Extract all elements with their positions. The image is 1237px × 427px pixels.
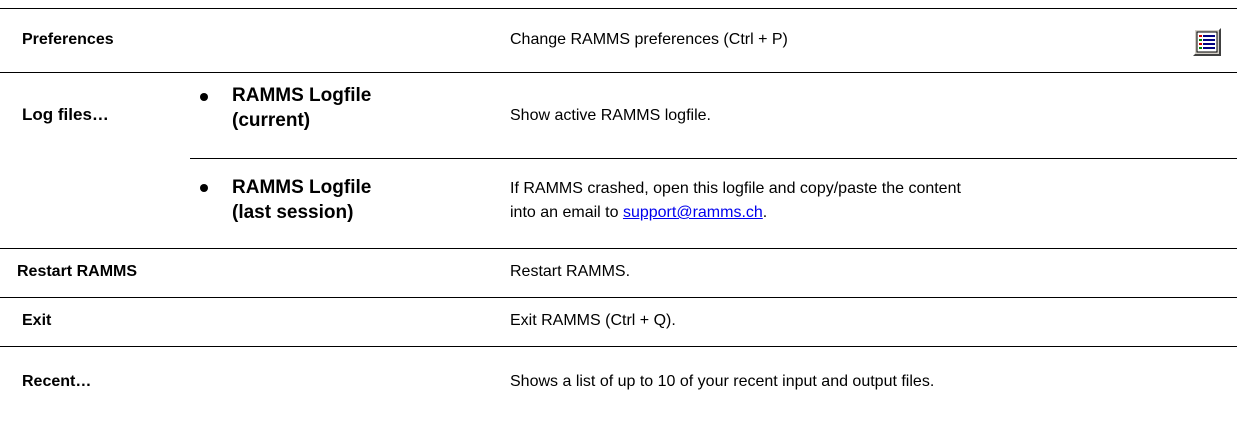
restart-description: Restart RAMMS.	[510, 263, 631, 280]
logfile-current-label: RAMMS Logfile (current)	[232, 85, 372, 131]
recent-description: Shows a list of up to 10 of your recent …	[510, 373, 935, 390]
logfile-last-session-description: If RAMMS crashed, open this logfile and …	[510, 180, 961, 221]
divider-exit	[0, 346, 1237, 347]
divider-preferences	[0, 72, 1237, 73]
logfiles-label: Log files…	[22, 105, 109, 124]
preferences-label: Preferences	[22, 31, 114, 48]
recent-label: Recent…	[22, 373, 92, 390]
support-email-link[interactable]: support@ramms.ch	[623, 204, 763, 221]
logfile-current-description: Show active RAMMS logfile.	[510, 107, 711, 124]
divider-logfile-subitems	[190, 158, 1237, 159]
preferences-description: Change RAMMS preferences (Ctrl + P)	[510, 31, 788, 48]
divider-logfiles	[0, 248, 1237, 249]
exit-label: Exit	[22, 312, 52, 329]
exit-description: Exit RAMMS (Ctrl + Q).	[510, 312, 676, 329]
bullet-last-session	[200, 184, 208, 192]
preferences-icon	[1193, 28, 1221, 56]
divider-restart	[0, 297, 1237, 298]
top-rule	[0, 8, 1237, 9]
restart-label: Restart RAMMS	[17, 263, 138, 280]
bullet-current	[200, 93, 208, 101]
logfile-last-session-label: RAMMS Logfile (last session)	[232, 177, 372, 223]
